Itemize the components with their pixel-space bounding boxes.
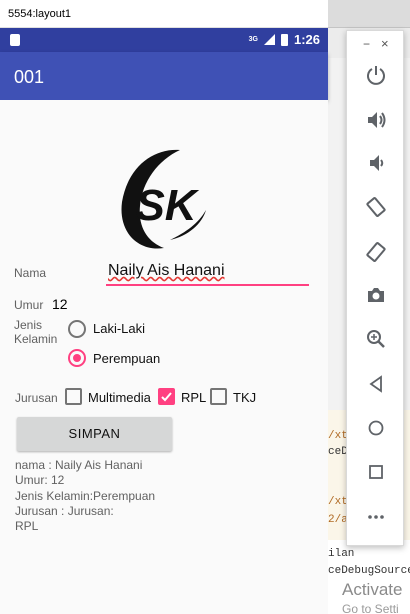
emulator-window: 5554:layout1 3G 1:26 001 SK Nama Naily A…: [0, 0, 328, 614]
result-line: RPL: [15, 519, 39, 533]
volume-down-icon[interactable]: [361, 149, 391, 177]
desktop: /xt ceDe /xt 2/a ilan ceDebugSource Acti…: [0, 0, 410, 614]
volume-up-icon[interactable]: [361, 106, 391, 134]
radio-perempuan-label[interactable]: Perempuan: [93, 351, 160, 366]
window-titlebar[interactable]: 5554:layout1: [0, 0, 328, 28]
name-input[interactable]: Naily Ais Hanani: [106, 260, 309, 286]
ide-code-line: /xt: [328, 430, 348, 442]
major-label: Jurusan: [15, 391, 58, 405]
overview-icon[interactable]: [361, 458, 391, 486]
ide-console-line: ceDebugSource: [328, 565, 410, 577]
power-icon[interactable]: [361, 61, 391, 89]
age-value[interactable]: 12: [52, 296, 68, 312]
radio-laki-laki-label[interactable]: Laki-Laki: [93, 321, 145, 336]
save-button[interactable]: SIMPAN: [17, 417, 172, 451]
ide-toolbar: [328, 0, 410, 28]
checkbox-rpl[interactable]: [158, 388, 175, 405]
app-bar: 001: [0, 52, 328, 100]
result-line: Umur: 12: [15, 473, 65, 487]
window-title: 5554:layout1: [8, 8, 71, 20]
ide-console-line: ilan: [328, 548, 355, 560]
ide-code-line: 2/a: [328, 514, 348, 526]
windows-activate-text: Activate: [342, 580, 403, 599]
sk-logo: SK: [121, 149, 206, 249]
name-label: Nama: [14, 266, 47, 280]
checkbox-multimedia[interactable]: [65, 388, 82, 405]
check-icon: [161, 392, 172, 402]
name-input-value: Naily Ais Hanani: [108, 262, 225, 279]
radio-laki-laki[interactable]: [68, 320, 86, 338]
clock: 1:26: [293, 32, 320, 47]
radio-perempuan[interactable]: [68, 349, 86, 367]
ide-code-line: /xt: [328, 496, 348, 508]
zoom-icon[interactable]: [361, 325, 391, 353]
gender-label-line2: Kelamin: [14, 332, 58, 346]
rotate-right-icon[interactable]: [361, 238, 391, 266]
home-icon[interactable]: [361, 414, 391, 442]
camera-icon[interactable]: [361, 281, 391, 309]
gender-label-line1: Jenis: [14, 318, 43, 332]
activity-content: SK Nama Naily Ais Hanani Umur 12 Jenis K…: [0, 100, 328, 614]
minimize-icon[interactable]: −: [363, 37, 370, 51]
battery-icon: [280, 33, 288, 46]
emulator-toolbar: − ×: [346, 30, 404, 546]
result-line: Jenis Kelamin:Perempuan: [15, 489, 156, 503]
signal-icon: [263, 34, 275, 45]
sd-card-icon: [10, 34, 20, 46]
rotate-left-icon[interactable]: [361, 193, 391, 221]
back-icon[interactable]: [361, 370, 391, 398]
checkbox-rpl-label[interactable]: RPL: [181, 390, 206, 405]
windows-activate-subtext: Go to Setti: [342, 602, 399, 614]
more-icon[interactable]: [361, 503, 391, 531]
status-bar: 3G 1:26: [0, 28, 328, 52]
status-bar-right: 3G 1:26: [249, 32, 320, 47]
checkbox-multimedia-label[interactable]: Multimedia: [88, 390, 151, 405]
age-label: Umur: [14, 298, 44, 312]
result-line: Jurusan : Jurusan:: [15, 504, 114, 518]
checkbox-tkj-label[interactable]: TKJ: [233, 390, 256, 405]
app-title: 001: [14, 67, 45, 87]
result-line: nama : Naily Ais Hanani: [15, 458, 143, 472]
logo-text: SK: [135, 181, 199, 230]
network-type: 3G: [248, 36, 258, 43]
checkbox-tkj[interactable]: [210, 388, 227, 405]
emulator-toolbar-header: − ×: [347, 35, 405, 51]
close-icon[interactable]: ×: [381, 36, 389, 51]
